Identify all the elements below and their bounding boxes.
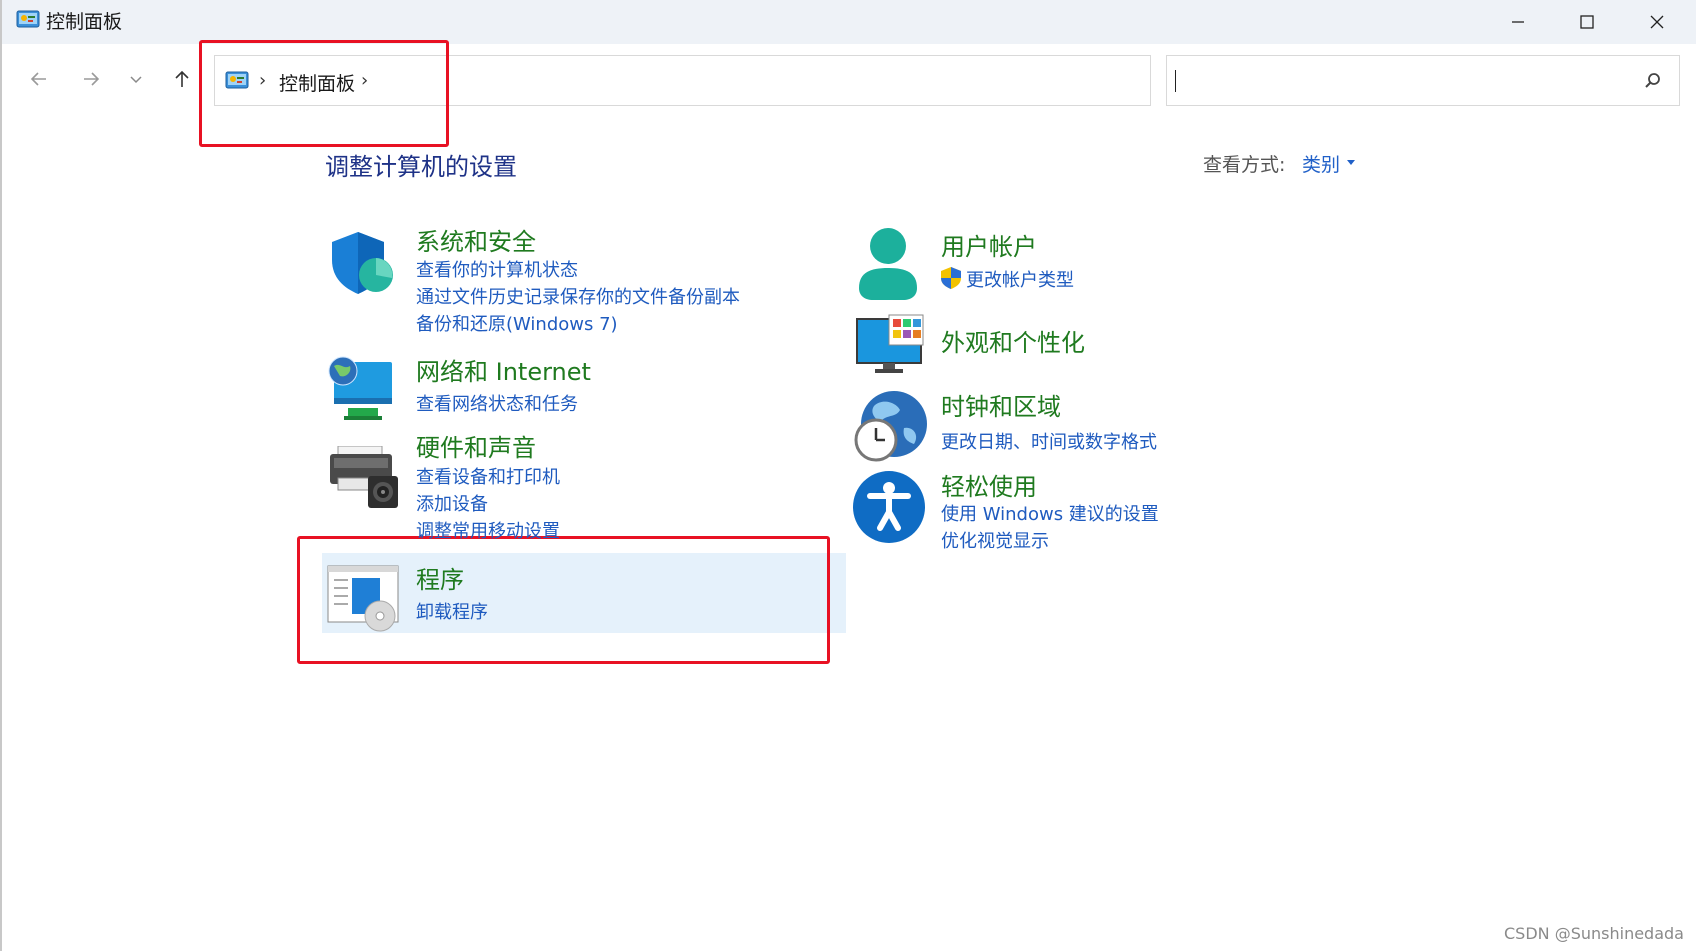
view-by-dropdown[interactable]: 类别 — [1302, 150, 1340, 177]
maximize-button[interactable] — [1552, 0, 1622, 44]
link-devices-printers[interactable]: 查看设备和打印机 — [416, 463, 560, 489]
forward-button[interactable] — [76, 64, 106, 94]
minimize-button[interactable] — [1483, 0, 1553, 44]
text-caret — [1175, 70, 1176, 92]
category-user-accounts[interactable]: 用户帐户 — [941, 227, 1037, 262]
link-backup-restore[interactable]: 备份和还原(Windows 7) — [416, 310, 618, 336]
clock-globe-icon[interactable] — [852, 388, 928, 468]
forward-arrow-icon — [84, 72, 100, 86]
search-input[interactable] — [1166, 55, 1680, 106]
printer-icon[interactable] — [328, 445, 400, 514]
category-system-security[interactable]: 系统和安全 — [416, 222, 536, 257]
watermark-text: CSDN @Sunshinedada — [1504, 924, 1684, 943]
network-monitor-icon[interactable] — [326, 354, 396, 428]
link-optimize-visual-display[interactable]: 优化视觉显示 — [941, 527, 1049, 553]
recent-locations-button[interactable] — [121, 64, 151, 94]
programs-icon[interactable] — [326, 564, 400, 636]
category-appearance-personalization[interactable]: 外观和个性化 — [941, 323, 1085, 358]
category-ease-of-access[interactable]: 轻松使用 — [941, 467, 1037, 502]
link-change-date-time-format[interactable]: 更改日期、时间或数字格式 — [941, 428, 1157, 454]
search-icon[interactable] — [1643, 71, 1663, 95]
annotation-box-address — [199, 40, 449, 147]
link-recommended-settings[interactable]: 使用 Windows 建议的设置 — [941, 500, 1159, 526]
shield-icon[interactable] — [328, 230, 396, 300]
uac-shield-icon — [940, 266, 962, 294]
window-title: 控制面板 — [46, 11, 123, 33]
page-title: 调整计算机的设置 — [325, 153, 517, 181]
link-network-status[interactable]: 查看网络状态和任务 — [416, 390, 578, 416]
link-mobility-settings[interactable]: 调整常用移动设置 — [416, 517, 560, 543]
back-arrow-icon — [30, 72, 46, 86]
control-panel-window: 控制面板 › 控制面板 › 调整计算机的设置 查看方式: 类别 系统和安全 查看… — [0, 0, 1696, 951]
accessibility-icon[interactable] — [852, 470, 926, 548]
link-add-device[interactable]: 添加设备 — [416, 490, 488, 516]
back-button[interactable] — [24, 64, 54, 94]
user-icon[interactable] — [855, 226, 921, 304]
up-button[interactable] — [167, 64, 197, 94]
title-bar: 控制面板 — [2, 0, 1696, 44]
category-programs[interactable]: 程序 — [416, 560, 464, 595]
link-view-computer-status[interactable]: 查看你的计算机状态 — [416, 256, 578, 282]
chevron-down-icon — [130, 76, 142, 84]
category-clock-region[interactable]: 时钟和区域 — [941, 387, 1061, 422]
link-change-account-type[interactable]: 更改帐户类型 — [966, 266, 1074, 292]
control-panel-icon — [16, 10, 40, 30]
link-file-history-backup[interactable]: 通过文件历史记录保存你的文件备份副本 — [416, 283, 740, 309]
appearance-monitor-icon[interactable] — [855, 313, 927, 379]
category-network-internet[interactable]: 网络和 Internet — [416, 352, 591, 387]
view-by-label: 查看方式: — [1203, 154, 1286, 176]
up-arrow-icon — [175, 70, 189, 87]
close-button[interactable] — [1622, 0, 1692, 44]
category-hardware-sound[interactable]: 硬件和声音 — [416, 428, 536, 463]
link-uninstall-program[interactable]: 卸载程序 — [416, 598, 488, 624]
dropdown-arrow-icon[interactable] — [1347, 160, 1355, 165]
